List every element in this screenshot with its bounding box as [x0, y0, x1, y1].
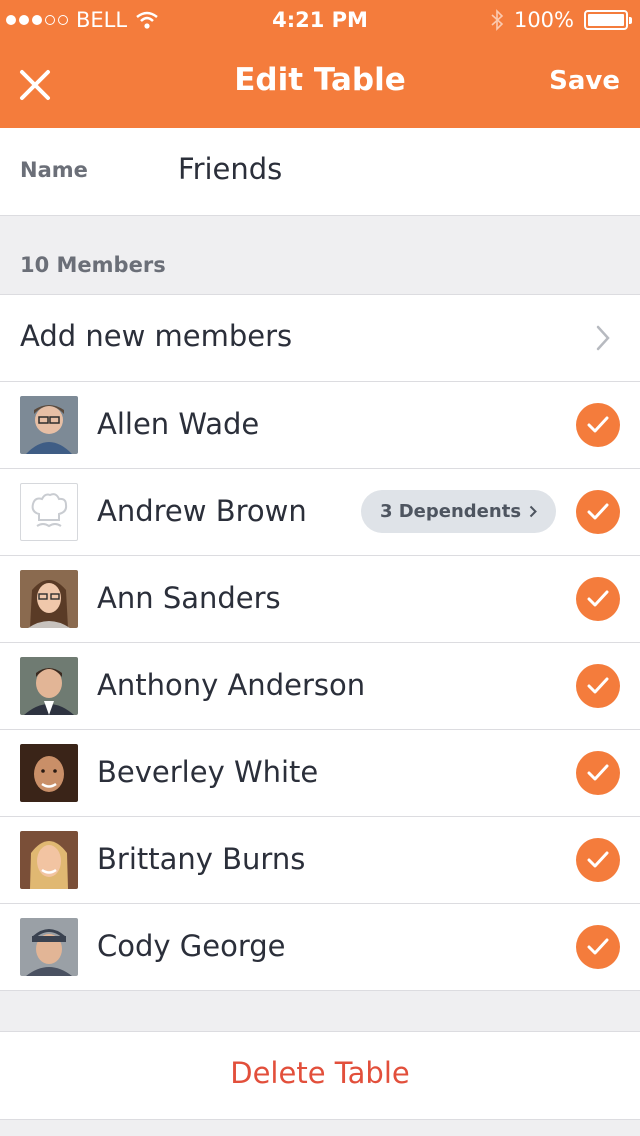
navigation-bar: BELL 4:21 PM 100% Edit Table Save — [0, 0, 640, 128]
member-name: Allen Wade — [97, 407, 260, 441]
checkmark-toggle[interactable] — [576, 490, 620, 534]
member-name: Ann Sanders — [97, 581, 281, 615]
avatar-placeholder — [20, 483, 78, 541]
check-icon — [587, 851, 609, 868]
battery-fill — [588, 14, 624, 26]
avatar — [20, 570, 78, 628]
member-name: Beverley White — [97, 755, 319, 789]
members-list: Add new members Allen Wade Andrew Brown … — [0, 294, 640, 991]
checkmark-toggle[interactable] — [576, 838, 620, 882]
name-label: Name — [20, 158, 88, 182]
checkmark-toggle[interactable] — [576, 664, 620, 708]
check-icon — [587, 416, 609, 433]
member-name: Cody George — [97, 929, 286, 963]
delete-section: Delete Table — [0, 1031, 640, 1120]
member-row-andrew-brown[interactable]: Andrew Brown 3 Dependents — [0, 469, 640, 556]
check-icon — [587, 938, 609, 955]
member-name: Brittany Burns — [97, 842, 306, 876]
checkmark-toggle[interactable] — [576, 577, 620, 621]
avatar — [20, 396, 78, 454]
member-name: Anthony Anderson — [97, 668, 366, 702]
member-row-brittany-burns[interactable]: Brittany Burns — [0, 817, 640, 904]
check-icon — [587, 503, 609, 520]
dependents-label: 3 Dependents — [379, 501, 522, 522]
battery-percent: 100% — [513, 8, 574, 32]
bluetooth-icon — [491, 9, 504, 31]
chevron-right-icon — [529, 505, 537, 518]
members-header: 10 Members — [20, 253, 166, 277]
member-row-ann-sanders[interactable]: Ann Sanders — [0, 556, 640, 643]
member-row-cody-george[interactable]: Cody George — [0, 904, 640, 991]
avatar — [20, 744, 78, 802]
member-row-beverley-white[interactable]: Beverley White — [0, 730, 640, 817]
page-title: Edit Table — [234, 62, 406, 98]
check-icon — [587, 677, 609, 694]
member-row-allen-wade[interactable]: Allen Wade — [0, 382, 640, 469]
chevron-right-icon — [596, 325, 610, 351]
avatar — [20, 831, 78, 889]
name-field-row[interactable]: Name Friends — [0, 128, 640, 216]
member-name: Andrew Brown — [97, 494, 307, 528]
checkmark-toggle[interactable] — [576, 925, 620, 969]
delete-table-button[interactable]: Delete Table — [0, 1056, 640, 1090]
add-members-label: Add new members — [20, 319, 293, 353]
avatar — [20, 657, 78, 715]
save-button[interactable]: Save — [549, 66, 620, 96]
checkmark-toggle[interactable] — [576, 403, 620, 447]
check-icon — [587, 590, 609, 607]
status-bar: BELL 4:21 PM 100% — [0, 0, 640, 40]
checkmark-toggle[interactable] — [576, 751, 620, 795]
dependents-badge[interactable]: 3 Dependents — [361, 490, 556, 533]
chef-icon — [31, 493, 68, 528]
add-members-row[interactable]: Add new members — [0, 295, 640, 382]
check-icon — [587, 764, 609, 781]
avatar — [20, 918, 78, 976]
name-input[interactable]: Friends — [178, 152, 282, 186]
member-row-anthony-anderson[interactable]: Anthony Anderson — [0, 643, 640, 730]
battery-icon — [584, 10, 632, 30]
